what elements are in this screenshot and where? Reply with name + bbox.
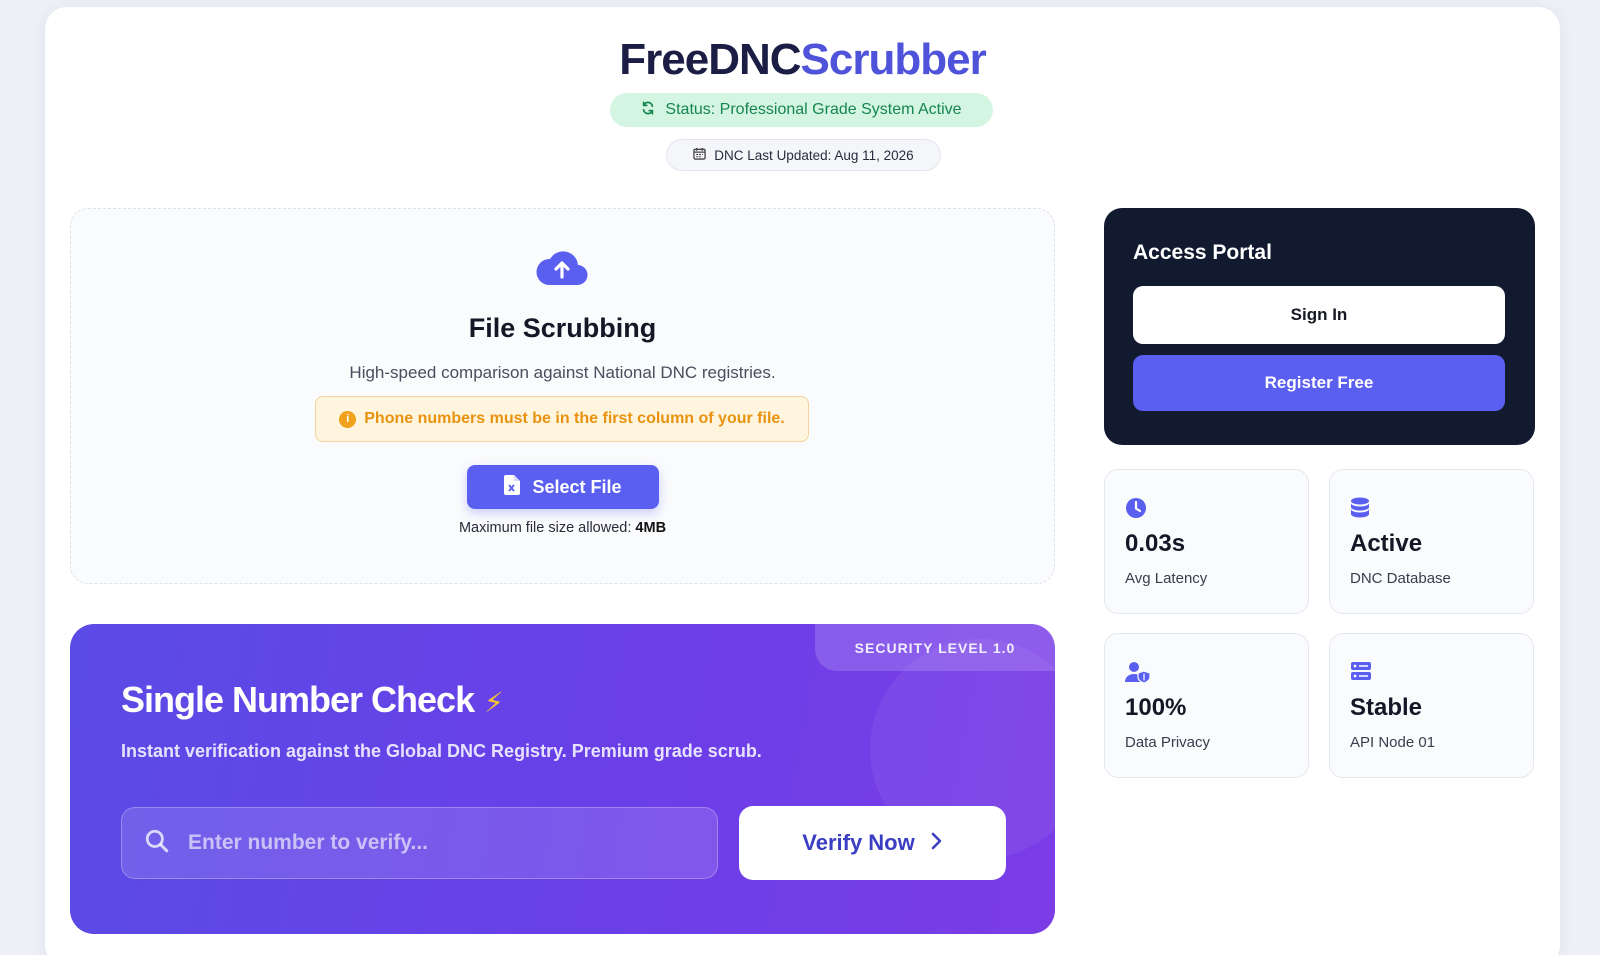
sign-in-button[interactable]: Sign In <box>1133 286 1505 344</box>
brand-part-2: Scrubber <box>800 35 987 84</box>
main-card: FreeDNCScrubber Status: Professional Gra… <box>45 7 1560 955</box>
single-check-title-text: Single Number Check <box>121 679 475 720</box>
access-portal-title: Access Portal <box>1133 241 1272 264</box>
file-scrubbing-subtitle: High-speed comparison against National D… <box>349 363 776 382</box>
brand-title: FreeDNCScrubber <box>45 35 1560 85</box>
max-file-size-value: 4MB <box>635 520 667 536</box>
verify-now-label: Verify Now <box>802 830 915 855</box>
stat-value: 0.03s <box>1125 530 1186 557</box>
single-check-subtitle: Instant verification against the Global … <box>121 741 762 761</box>
excel-file-icon <box>504 474 521 500</box>
stat-card-api-node: Stable API Node 01 <box>1329 633 1534 778</box>
stat-card-database: Active DNC Database <box>1329 469 1534 614</box>
stat-value: 100% <box>1125 694 1187 721</box>
single-number-check-panel: SECURITY LEVEL 1.0 Single Number Check ⚡ … <box>70 624 1055 934</box>
cloud-upload-icon <box>536 247 588 287</box>
last-updated-badge: DNC Last Updated: Aug 11, 2026 <box>666 139 941 171</box>
single-check-title: Single Number Check ⚡ <box>121 679 504 721</box>
file-scrubbing-title: File Scrubbing <box>468 313 657 343</box>
security-level-badge: SECURITY LEVEL 1.0 <box>815 624 1055 671</box>
stat-value: Stable <box>1350 694 1423 721</box>
column-warning-text: Phone numbers must be in the first colum… <box>364 410 785 427</box>
status-badge: Status: Professional Grade System Active <box>610 93 993 127</box>
last-updated-text: DNC Last Updated: Aug 11, 2026 <box>714 147 914 163</box>
chevron-right-icon <box>931 830 943 856</box>
database-icon <box>1350 497 1372 519</box>
stat-label: DNC Database <box>1350 570 1451 587</box>
calendar-icon <box>693 147 707 163</box>
stat-value: Active <box>1350 530 1423 557</box>
number-search-field[interactable] <box>121 807 718 879</box>
access-portal: Access Portal Sign In Register Free <box>1104 208 1535 445</box>
server-icon <box>1350 661 1372 683</box>
select-file-label: Select File <box>532 476 622 497</box>
clock-icon <box>1125 497 1147 519</box>
number-input[interactable] <box>188 831 668 855</box>
column-warning: i Phone numbers must be in the first col… <box>315 396 809 442</box>
sync-icon <box>641 100 655 120</box>
select-file-button[interactable]: Select File <box>467 465 659 509</box>
max-file-size-note: Maximum file size allowed: 4MB <box>71 520 1054 536</box>
lightning-icon: ⚡ <box>484 687 504 718</box>
stat-label: API Node 01 <box>1350 734 1436 751</box>
file-scrubbing-dropzone[interactable]: File Scrubbing High-speed comparison aga… <box>70 208 1055 584</box>
brand-part-1: FreeDNC <box>619 35 801 84</box>
stat-card-privacy: 100% Data Privacy <box>1104 633 1309 778</box>
verify-now-button[interactable]: Verify Now <box>739 806 1006 880</box>
status-text: Status: Professional Grade System Active <box>665 101 962 118</box>
user-shield-icon <box>1125 661 1151 684</box>
search-icon <box>144 828 170 859</box>
stat-label: Avg Latency <box>1125 570 1208 587</box>
max-file-size-label: Maximum file size allowed: <box>458 520 632 536</box>
info-icon: i <box>339 410 357 428</box>
register-free-button[interactable]: Register Free <box>1133 355 1505 411</box>
stat-card-latency: 0.03s Avg Latency <box>1104 469 1309 614</box>
stat-label: Data Privacy <box>1125 734 1211 751</box>
